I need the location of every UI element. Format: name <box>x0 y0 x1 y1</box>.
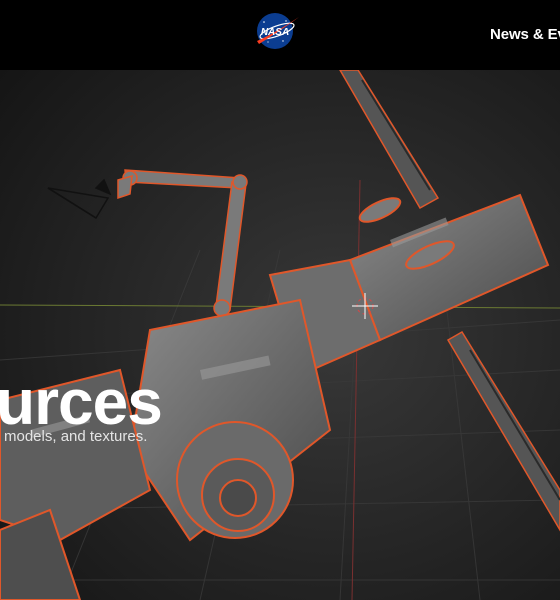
nasa-meatball-icon: NASA <box>257 13 299 49</box>
hero-title: urces <box>0 366 163 438</box>
nav-link-news-events[interactable]: News & Ev <box>490 26 560 43</box>
svg-text:NASA: NASA <box>261 27 289 38</box>
nasa-logo[interactable]: NASA <box>253 11 301 51</box>
spacecraft-3d-model-render <box>0 70 560 600</box>
hero-banner: urces models, and textures. <box>0 70 560 600</box>
top-navigation-bar: NASA News & Ev <box>0 0 560 70</box>
hero-subtitle: models, and textures. <box>4 428 148 445</box>
